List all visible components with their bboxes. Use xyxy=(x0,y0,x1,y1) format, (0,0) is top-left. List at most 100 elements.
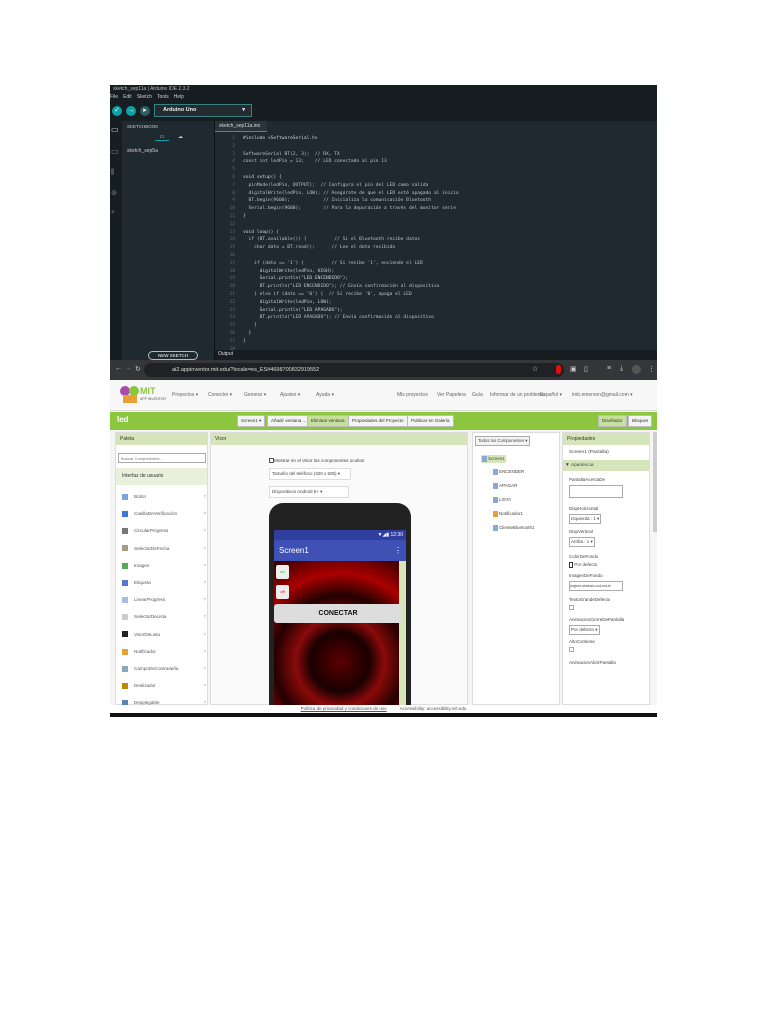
board-manager-icon[interactable]: ▭ xyxy=(111,147,119,156)
toolbar-right-1[interactable]: Bloques xyxy=(628,415,653,427)
star-icon[interactable]: ☆ xyxy=(532,365,538,373)
profile-avatar[interactable] xyxy=(632,365,641,374)
component-search-input[interactable] xyxy=(118,453,206,463)
toolbar-right-0[interactable]: Diseñador xyxy=(598,415,627,427)
more-menu-icon[interactable]: ⋮ xyxy=(648,365,655,373)
component-tree-item[interactable]: Screen1 xyxy=(481,455,506,463)
back-icon[interactable]: ← xyxy=(115,365,122,372)
palette-section-ui[interactable]: Interfaz de usuario xyxy=(116,468,207,485)
board-select[interactable]: Arduino Uno ▾ xyxy=(154,104,252,117)
code-editor[interactable]: sketch_sep11a.ino 1 #include <SoftwareSer… xyxy=(215,121,657,353)
menu-tools[interactable]: Tools xyxy=(157,94,169,100)
nav-right-1[interactable]: Ver Papelera xyxy=(437,392,466,398)
palette-item[interactable]: SelectorDeFecha? xyxy=(122,540,206,557)
code-lines[interactable]: 1 #include <SoftwareSerial.h> 2 3 SoftwareSe… xyxy=(215,135,458,353)
help-icon[interactable]: ? xyxy=(203,660,206,677)
debug-button[interactable]: ▸ xyxy=(140,106,150,116)
nav-right-3[interactable]: Informar de un problema xyxy=(490,392,545,398)
off-button[interactable]: off xyxy=(276,585,289,599)
palette-item[interactable]: Imagen? xyxy=(122,557,206,574)
menu-edit[interactable]: Edit xyxy=(123,94,132,100)
palette-item[interactable]: Botón? xyxy=(122,488,206,505)
nav-4[interactable]: Ayuda ▾ xyxy=(316,392,334,398)
components-dropdown[interactable]: Todos los Componentes ▾ xyxy=(475,436,531,446)
bg-color-picker[interactable]: Por defecto xyxy=(569,562,597,568)
big-text-checkbox[interactable] xyxy=(569,605,574,610)
help-icon[interactable]: ? xyxy=(203,626,206,643)
cloud-icon[interactable]: ☁ xyxy=(178,134,183,140)
palette-item[interactable]: Etiqueta? xyxy=(122,574,206,591)
nav-3[interactable]: Ajustes ▾ xyxy=(280,392,300,398)
about-screen-textarea[interactable] xyxy=(569,485,623,498)
palette-item[interactable]: SelectorDeLista? xyxy=(122,608,206,625)
nav-right-5[interactable]: imb.emerson@gmail.com ▾ xyxy=(572,392,633,398)
palette-item[interactable]: Deslizador? xyxy=(122,677,206,694)
toolbar-button-3[interactable]: Propiedades del Proyecto xyxy=(348,415,408,427)
help-icon[interactable]: ? xyxy=(203,643,206,660)
new-sketch-button[interactable]: NEW SKETCH xyxy=(148,351,198,360)
help-icon[interactable]: ? xyxy=(203,488,206,505)
nav-0[interactable]: Proyectos ▾ xyxy=(172,392,198,398)
align-vertical-select[interactable]: Arriba : 1 ▾ xyxy=(569,537,595,547)
folder-icon[interactable]: ▭ xyxy=(111,125,119,134)
palette-item[interactable]: CasillaDeVerificación? xyxy=(122,505,206,522)
help-icon[interactable]: ? xyxy=(203,591,206,608)
help-icon[interactable]: ? xyxy=(203,574,206,591)
phone-size-select[interactable]: Tamaño del teléfono (320 x 505) ▾ xyxy=(269,468,351,480)
device-select[interactable]: Dispositivos Android 5+ ▾ xyxy=(269,486,349,498)
url-input[interactable]: ai2.appinventor.mit.edu/?locale=es_ES#46… xyxy=(144,363,564,377)
component-tree-item[interactable]: Notificador1 xyxy=(493,511,523,517)
output-panel-label[interactable]: Output xyxy=(215,350,657,360)
connect-button[interactable]: CONECTAR xyxy=(274,604,402,623)
help-icon[interactable]: ? xyxy=(203,540,206,557)
palette-item[interactable]: VisorDeLista? xyxy=(122,626,206,643)
search-icon[interactable]: ⌕ xyxy=(111,209,115,217)
help-icon[interactable]: ? xyxy=(203,608,206,625)
help-icon[interactable]: ? xyxy=(203,522,206,539)
close-animation-select[interactable]: Por defecto ▾ xyxy=(569,625,600,635)
toolbar-button-2[interactable]: Eliminar ventana xyxy=(307,415,349,427)
sketch-item[interactable]: sketch_sep5a xyxy=(127,148,158,154)
upload-button[interactable]: → xyxy=(126,106,136,116)
download-icon[interactable]: ⤓ xyxy=(620,365,623,373)
verify-button[interactable]: ✓ xyxy=(112,106,122,116)
menu-sketch[interactable]: Sketch xyxy=(137,94,152,100)
reload-icon[interactable]: ↻ xyxy=(135,365,141,373)
help-icon[interactable]: ? xyxy=(203,677,206,694)
nav-2[interactable]: Generar ▾ xyxy=(244,392,266,398)
palette-item[interactable]: Notificador? xyxy=(122,643,206,660)
accessibility-link[interactable]: Accessibility: accessibility.mit.edu xyxy=(400,706,467,711)
component-tree-item[interactable]: LISTA xyxy=(493,497,511,503)
extension-icon[interactable] xyxy=(556,365,561,374)
mit-logo[interactable] xyxy=(120,384,142,406)
extension-icon-2[interactable]: ▣ xyxy=(570,365,577,373)
media-icon[interactable]: ≡ xyxy=(607,365,611,372)
debug-icon[interactable]: ⊘ xyxy=(111,189,117,197)
show-hidden-checkbox[interactable]: Mostrar en el Visor los componentes ocul… xyxy=(269,458,364,464)
appearance-section[interactable]: ▼ Apariencia xyxy=(563,460,649,471)
forward-icon[interactable]: → xyxy=(125,365,132,372)
toolbar-button-4[interactable]: Publicar en Galería xyxy=(407,415,454,427)
bg-image-field[interactable]: pngtree-abstract-cool-red-te xyxy=(569,581,623,591)
file-tab[interactable]: sketch_sep11a.ino xyxy=(215,121,267,132)
nav-right-2[interactable]: Guía xyxy=(472,392,483,398)
palette-item[interactable]: CircularProgress? xyxy=(122,522,206,539)
library-icon[interactable]: ⫼ xyxy=(111,169,114,177)
on-button[interactable]: on xyxy=(276,565,289,579)
nav-1[interactable]: Conector ▾ xyxy=(208,392,232,398)
nav-right-4[interactable]: Español ▾ xyxy=(540,392,562,398)
palette-item[interactable]: LinearProgress? xyxy=(122,591,206,608)
palette-item[interactable]: CampoDeContraseña? xyxy=(122,660,206,677)
extensions-icon[interactable]: ▯ xyxy=(584,365,588,373)
component-tree-item[interactable]: ClienteBluetooth1 xyxy=(493,525,535,531)
toolbar-button-0[interactable]: Screen1 ▾ xyxy=(237,415,266,427)
component-tree-item[interactable]: APAGAR xyxy=(493,483,517,489)
toolbar-button-1[interactable]: Añadir ventana ... xyxy=(267,415,311,427)
privacy-link[interactable]: Política de privacidad y condiciones de … xyxy=(301,706,387,711)
nav-right-0[interactable]: Mis proyectos xyxy=(397,392,428,398)
local-sketchbook-tab[interactable]: ▭ xyxy=(155,134,169,141)
help-icon[interactable]: ? xyxy=(203,557,206,574)
page-scrollbar[interactable] xyxy=(653,432,657,532)
menu-help[interactable]: Help xyxy=(174,94,184,100)
align-horizontal-select[interactable]: Izquierda : 1 ▾ xyxy=(569,514,602,524)
